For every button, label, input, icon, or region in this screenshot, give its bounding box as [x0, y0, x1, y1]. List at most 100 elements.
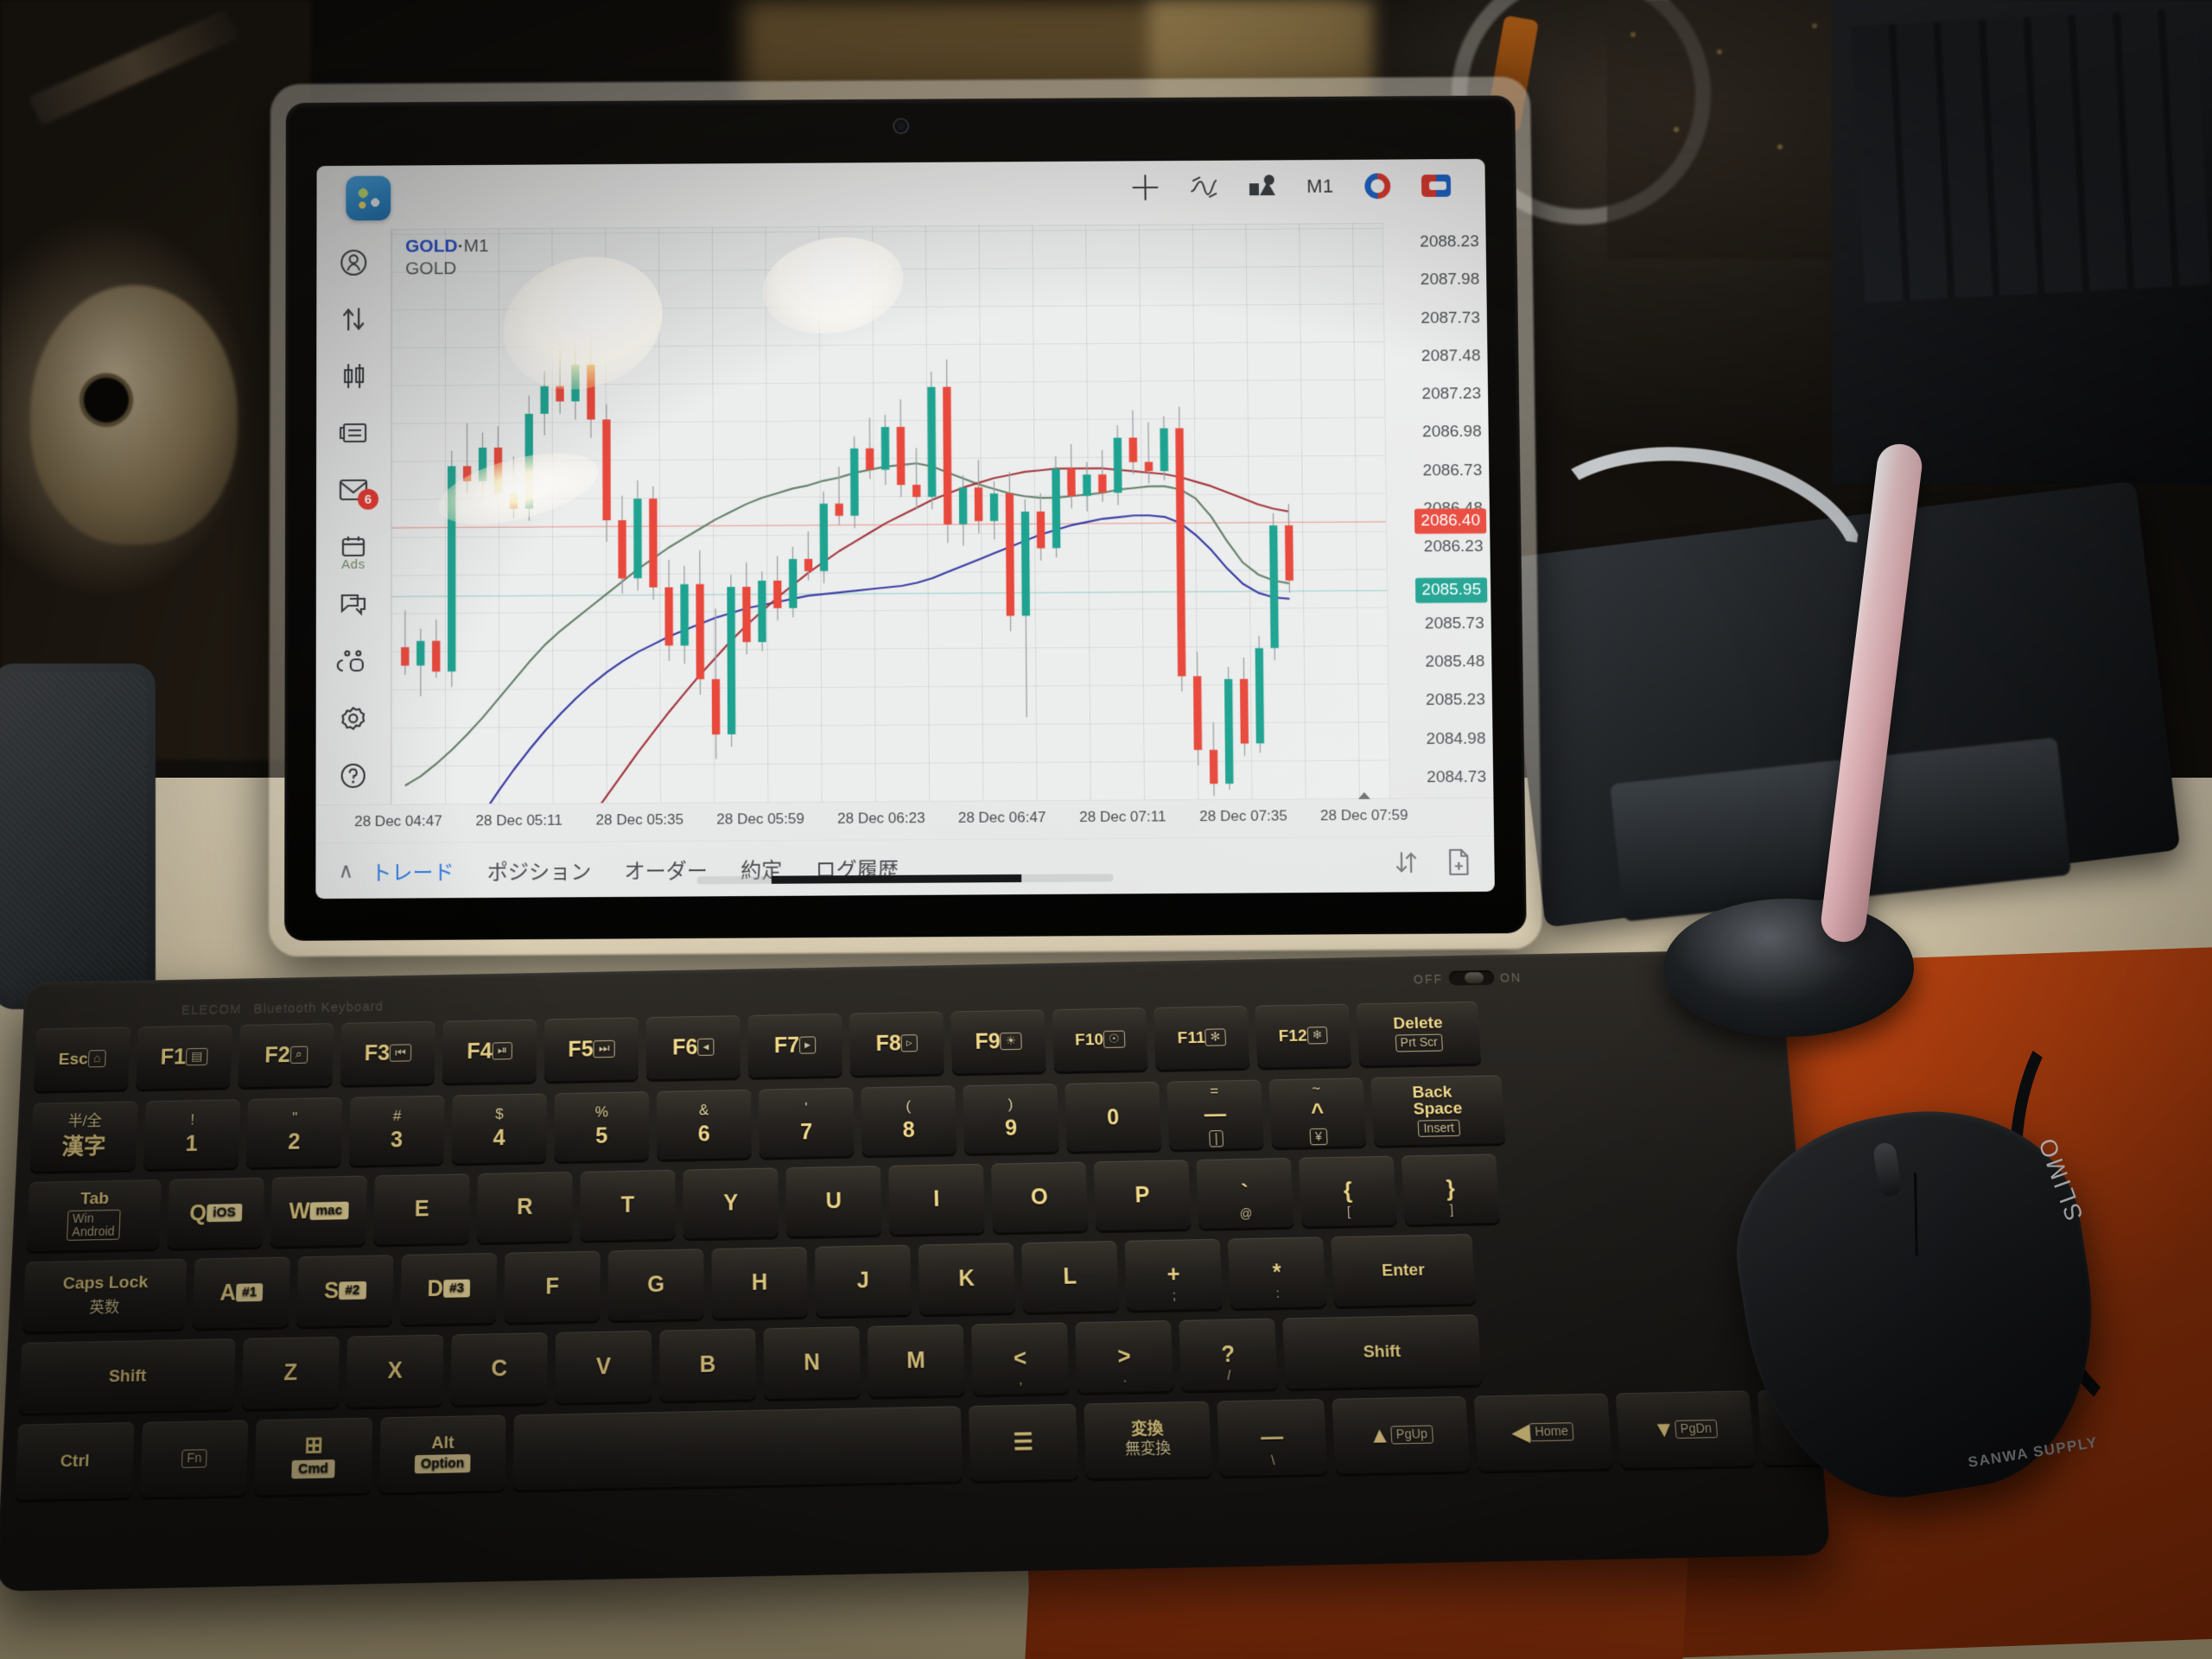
key-enter[interactable]: Enter — [1331, 1234, 1477, 1306]
tabbar-collapse-chevron-icon[interactable]: ∧ — [339, 858, 354, 883]
key-k6[interactable]: 変換 無変換 — [1084, 1401, 1212, 1479]
sidebar-item-news[interactable] — [316, 404, 391, 461]
key-delete[interactable]: Delete Prt Scr — [1356, 1001, 1482, 1066]
key-5[interactable]: % 5 — [554, 1091, 649, 1162]
key-k2[interactable]: ⊞ Cmd — [254, 1417, 373, 1496]
mouse-scroll-wheel[interactable] — [1872, 1141, 1904, 1198]
key-l[interactable]: L — [1020, 1241, 1120, 1313]
key-k12[interactable]: {[ — [1298, 1155, 1397, 1227]
sidebar-item-mailbox[interactable]: 6 — [316, 461, 391, 518]
key-k13[interactable]: }] — [1401, 1154, 1501, 1225]
sort-arrows-icon[interactable] — [1392, 849, 1421, 881]
key-ctrl[interactable]: Ctrl — [15, 1422, 135, 1500]
key-f3[interactable]: F3 ⏮ — [340, 1020, 435, 1085]
display-mode-icon[interactable] — [1421, 171, 1452, 200]
new-order-document-icon[interactable] — [1446, 848, 1472, 882]
key-2[interactable]: " 2 — [245, 1096, 343, 1168]
key-1[interactable]: ! 1 — [143, 1099, 241, 1170]
crosshair-icon[interactable] — [1131, 173, 1160, 202]
key-y[interactable]: Y — [683, 1167, 779, 1239]
power-slider[interactable] — [1448, 969, 1495, 986]
key-i[interactable]: I — [888, 1163, 985, 1235]
key-f6[interactable]: F6 ◂ — [645, 1015, 741, 1080]
key-backspace[interactable]: Back Space Insert — [1370, 1075, 1506, 1146]
key-tab[interactable]: Tab Win Android — [26, 1179, 162, 1252]
sidebar-item-quotes[interactable] — [316, 290, 391, 347]
key-f11[interactable]: F11 ✻ — [1153, 1005, 1250, 1070]
chart-type-circle-icon[interactable] — [1363, 171, 1392, 200]
chart-plot[interactable]: GOLD·M1 GOLD — [390, 222, 1390, 804]
sidebar-item-accounts[interactable] — [316, 234, 391, 291]
key-k5[interactable]: ☰ — [969, 1403, 1078, 1482]
key-f4[interactable]: F4 ⏯ — [442, 1019, 537, 1084]
key-9[interactable]: ) 9 — [963, 1084, 1059, 1154]
key-c[interactable]: C — [450, 1332, 548, 1406]
key-f5[interactable]: F5 ⏭ — [543, 1017, 639, 1082]
key-z[interactable]: Z — [241, 1336, 340, 1409]
key-p[interactable]: P — [1093, 1160, 1192, 1231]
key-k[interactable]: K — [918, 1243, 1015, 1315]
key-d[interactable]: D #3 — [400, 1252, 498, 1325]
key-f8[interactable]: F8 ▹ — [849, 1011, 944, 1076]
key-t[interactable]: T — [580, 1169, 676, 1241]
key-k10[interactable]: ? / — [1179, 1318, 1278, 1391]
key-s[interactable]: S #2 — [296, 1255, 394, 1327]
key-g[interactable]: G — [607, 1249, 704, 1321]
key-k10[interactable]: +; — [1124, 1238, 1224, 1311]
key-8[interactable]: (8 — [861, 1085, 957, 1156]
key-k11[interactable]: *: — [1227, 1236, 1326, 1309]
tab-trade[interactable]: トレード — [371, 855, 454, 887]
key-k11[interactable]: ` @ — [1196, 1158, 1294, 1229]
key-6[interactable]: & 6 — [657, 1089, 752, 1160]
key-alt[interactable]: Alt Option — [378, 1414, 506, 1493]
key-a[interactable]: A #1 — [192, 1256, 290, 1329]
sidebar-item-community[interactable] — [316, 632, 391, 690]
key-b[interactable]: B — [659, 1328, 756, 1402]
sidebar-item-help[interactable] — [316, 747, 391, 804]
key-esc[interactable]: Esc ⌂ — [34, 1027, 131, 1091]
key-h[interactable]: H — [711, 1247, 808, 1319]
key-q[interactable]: QiOS — [167, 1177, 264, 1249]
sidebar-item-charts[interactable] — [316, 347, 391, 404]
key-v[interactable]: V — [555, 1330, 652, 1403]
key-u[interactable]: U — [785, 1166, 882, 1237]
key-k7[interactable]: — \ — [1217, 1399, 1328, 1477]
key-f10[interactable]: F10 ☉ — [1052, 1007, 1148, 1072]
key-f12[interactable]: F12 ❄ — [1255, 1003, 1352, 1068]
key-7[interactable]: ' 7 — [759, 1087, 855, 1158]
key-k0[interactable]: 半/全 漢字 — [29, 1101, 138, 1172]
key-k10[interactable]: ▼ PgDn — [1615, 1390, 1756, 1469]
sidebar-item-settings[interactable] — [316, 690, 391, 747]
key-j[interactable]: J — [815, 1244, 912, 1317]
key-k8[interactable]: ▲ PgUp — [1332, 1395, 1471, 1474]
key-4[interactable]: $4 — [451, 1093, 547, 1164]
key-m[interactable]: M — [867, 1324, 965, 1397]
key-key[interactable] — [512, 1406, 963, 1491]
key-r[interactable]: R — [476, 1172, 573, 1243]
keyboard-power-switch[interactable]: OFF ON — [1413, 969, 1522, 986]
key-k9[interactable]: ◀ Home — [1473, 1393, 1613, 1471]
key-f9[interactable]: F9 ☀ — [950, 1009, 1046, 1074]
key-x[interactable]: X — [346, 1334, 444, 1408]
key-key[interactable]: Fn — [139, 1420, 249, 1498]
key-k11[interactable]: = — | — [1166, 1079, 1264, 1150]
key-f1[interactable]: F1 ▤ — [136, 1025, 232, 1090]
objects-icon[interactable] — [1248, 172, 1277, 201]
elecom-bluetooth-keyboard[interactable]: ELECOM Bluetooth Keyboard OFF ON Esc ⌂ F1 ▤ F… — [0, 949, 1898, 1592]
indicators-icon[interactable] — [1190, 173, 1219, 202]
price-axis[interactable]: 2088.23 2087.98 2087.73 2087.48 2087.23 2086.… — [1382, 222, 1494, 798]
sidebar-item-ads[interactable]: Ads — [316, 518, 391, 576]
key-capslock[interactable]: Caps Lock 英数 — [22, 1258, 188, 1332]
key-shift[interactable]: Shift — [18, 1338, 236, 1414]
key-k9[interactable]: >. — [1075, 1320, 1174, 1393]
key-3[interactable]: #3 — [348, 1095, 445, 1166]
key-shift[interactable]: Shift — [1282, 1314, 1483, 1389]
key-f[interactable]: F — [504, 1250, 601, 1323]
key-f2[interactable]: F2 ⌕ — [238, 1023, 334, 1088]
timeframe-label[interactable]: M1 — [1306, 175, 1334, 198]
key-e[interactable]: E — [373, 1173, 470, 1245]
key-n[interactable]: N — [763, 1326, 861, 1400]
key-k12[interactable]: ~ ^ ¥ — [1268, 1077, 1367, 1148]
chart-area[interactable]: GOLD·M1 GOLD 2088.23 2087.98 2087.73 2087.4… — [390, 222, 1494, 804]
sidebar-item-chat[interactable] — [316, 575, 391, 633]
